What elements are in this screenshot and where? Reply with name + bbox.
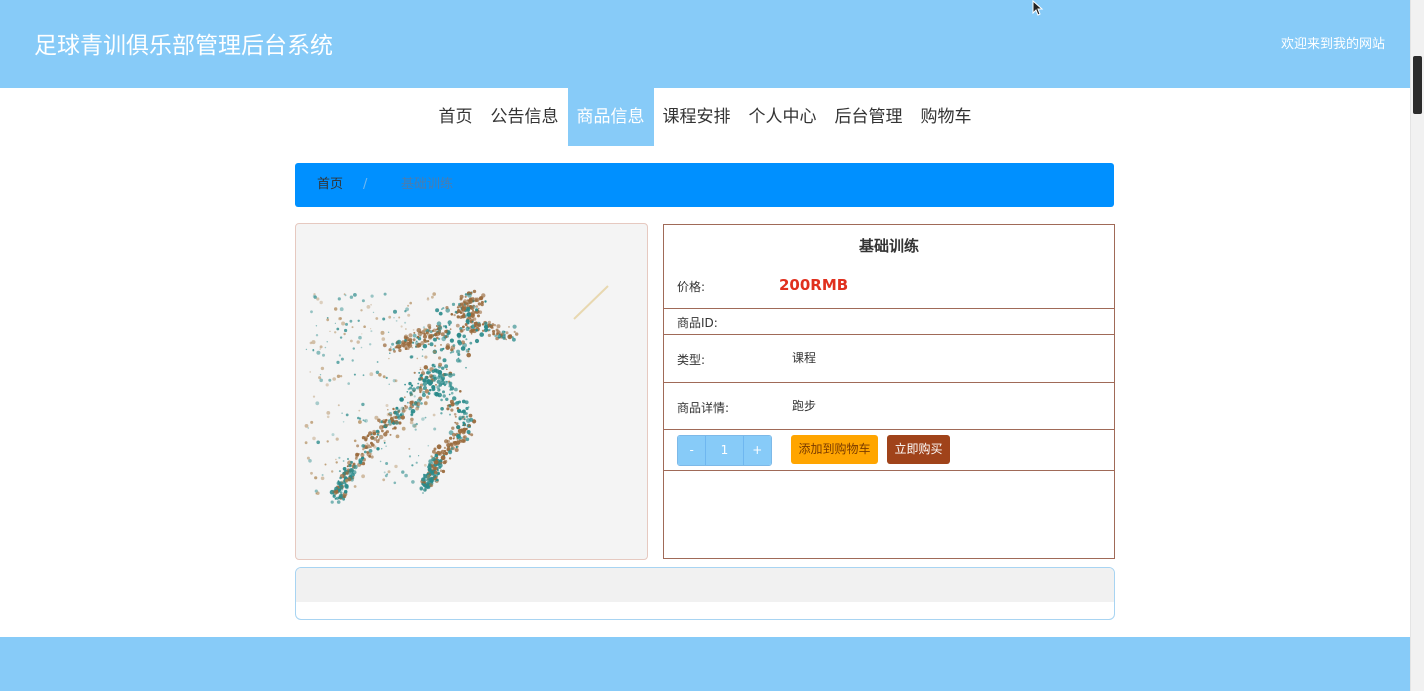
- nav-item-announcements[interactable]: 公告信息: [482, 88, 568, 146]
- quantity-decrease-button[interactable]: -: [678, 436, 706, 465]
- type-label: 类型:: [677, 353, 706, 367]
- welcome-text: 欢迎来到我的网站: [1280, 37, 1385, 52]
- breadcrumb-home-link[interactable]: 首页: [317, 163, 343, 207]
- breadcrumb: 首页 / 基础训练: [295, 163, 1114, 207]
- type-value: 课程: [792, 351, 817, 365]
- scrollbar-thumb[interactable]: [1413, 56, 1422, 114]
- quantity-input[interactable]: 1: [705, 436, 744, 465]
- nav-item-profile[interactable]: 个人中心: [740, 88, 826, 146]
- buy-now-button[interactable]: 立即购买: [887, 435, 950, 464]
- breadcrumb-separator: /: [363, 177, 368, 192]
- breadcrumb-current: 基础训练: [401, 177, 454, 192]
- detail-row-description: 商品详情: 跑步: [664, 382, 1114, 430]
- price-label: 价格:: [677, 280, 706, 294]
- detail-row-type: 类型: 课程: [664, 334, 1114, 383]
- extra-panel-header: [296, 568, 1114, 602]
- quantity-stepper: - 1 +: [677, 435, 772, 466]
- detail-row-title-price: 基础训练 价格: 200RMB: [664, 225, 1114, 309]
- nav-item-home[interactable]: 首页: [430, 88, 482, 146]
- price-value: 200RMB: [779, 276, 849, 294]
- product-extra-panel: [295, 567, 1115, 620]
- product-title: 基础训练: [858, 237, 919, 255]
- product-detail-panel: 基础训练 价格: 200RMB 商品ID: 类型: 课程 商品详情: 跑步 - …: [663, 224, 1115, 559]
- product-id-label: 商品ID:: [677, 316, 718, 330]
- mouse-cursor-icon: [1032, 0, 1044, 16]
- add-to-cart-button[interactable]: 添加到购物车: [791, 435, 878, 464]
- nav-item-schedule[interactable]: 课程安排: [654, 88, 740, 146]
- site-footer: [0, 637, 1410, 691]
- detail-label: 商品详情:: [677, 401, 730, 415]
- site-header: 足球青训俱乐部管理后台系统 欢迎来到我的网站: [0, 0, 1410, 88]
- product-image: [295, 223, 648, 560]
- main-nav: 首页 公告信息 商品信息 课程安排 个人中心 后台管理 购物车: [0, 88, 1410, 146]
- detail-row-actions: - 1 + 添加到购物车 立即购买: [664, 429, 1114, 471]
- site-title: 足球青训俱乐部管理后台系统: [34, 33, 333, 59]
- nav-item-admin[interactable]: 后台管理: [826, 88, 912, 146]
- nav-item-products[interactable]: 商品信息: [567, 88, 654, 146]
- nav-item-cart[interactable]: 购物车: [912, 88, 981, 146]
- quantity-increase-button[interactable]: +: [743, 436, 771, 465]
- detail-value: 跑步: [792, 399, 817, 413]
- detail-row-id: 商品ID:: [664, 308, 1114, 335]
- runner-illustration: [304, 285, 609, 504]
